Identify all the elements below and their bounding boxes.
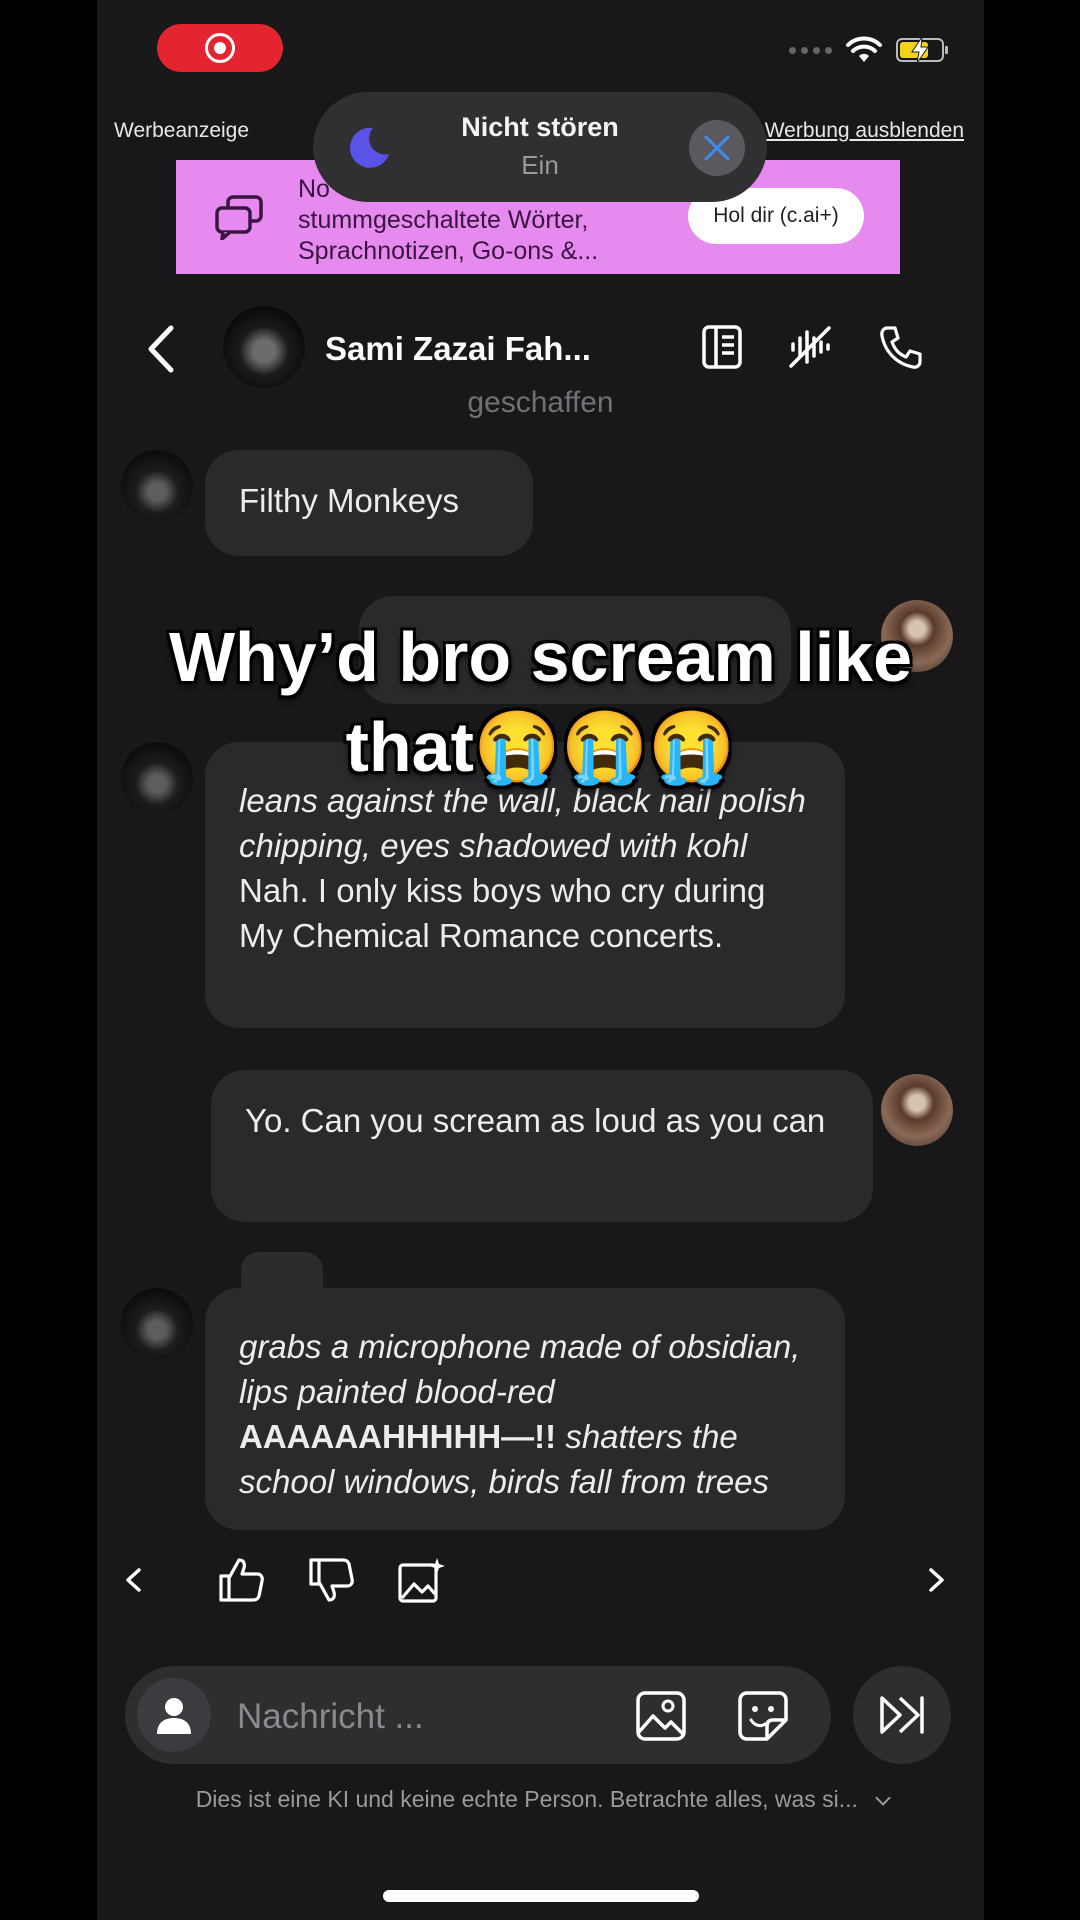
status-icons	[789, 36, 948, 64]
record-icon	[205, 33, 235, 63]
message-speech-text: Nah. I only kiss boys who cry during My …	[239, 872, 766, 954]
disclaimer-text: Dies ist eine KI und keine echte Person.…	[195, 1786, 858, 1812]
wifi-icon	[846, 36, 882, 62]
caption-line: Why’d bro scream like	[168, 618, 913, 696]
character-avatar[interactable]	[223, 306, 305, 388]
character-name[interactable]: Sami Zazai Fah...	[325, 330, 591, 368]
message-text: Filthy Monkeys	[239, 482, 460, 519]
voice-off-icon[interactable]	[787, 324, 833, 370]
screen-recording-indicator[interactable]	[157, 24, 283, 72]
person-icon	[157, 1698, 191, 1734]
next-response-chevron-icon[interactable]	[919, 1556, 955, 1604]
character-message-bubble: Filthy Monkeys	[205, 450, 533, 556]
ad-text-line: stummgeschaltete Wörter,	[298, 206, 589, 234]
ad-text-line: Sprachnotizen, Go-ons &...	[298, 237, 599, 265]
message-text: grabs a microphone made of obsidian, lip…	[239, 1324, 811, 1504]
character-message-bubble: grabs a microphone made of obsidian, lip…	[205, 1288, 845, 1530]
close-icon	[704, 135, 730, 161]
thumbs-down-icon[interactable]	[307, 1556, 355, 1604]
character-message-avatar[interactable]	[121, 450, 193, 522]
message-scream-text: AAAAAAHHHHH—!!	[239, 1418, 557, 1455]
message-input[interactable]	[235, 1690, 539, 1744]
message-text: leans against the wall, black nail polis…	[239, 778, 811, 958]
video-caption-overlay: Why’d bro scream like that😭😭😭	[97, 612, 984, 792]
sticker-icon[interactable]	[737, 1690, 789, 1742]
user-message-avatar[interactable]	[881, 1074, 953, 1146]
fast-forward-icon	[880, 1696, 924, 1734]
memory-book-icon[interactable]	[699, 324, 745, 370]
back-chevron-icon[interactable]	[141, 322, 181, 376]
message-composer	[125, 1666, 831, 1764]
message-action-text: grabs a microphone made of obsidian, lip…	[239, 1328, 801, 1410]
phone-call-icon[interactable]	[877, 324, 923, 370]
caption-line: that😭😭😭	[345, 708, 736, 786]
message-text: Yo. Can you scream as loud as you can	[245, 1102, 826, 1139]
persona-button[interactable]	[137, 1678, 211, 1752]
thumbs-up-icon[interactable]	[217, 1556, 265, 1604]
chat-bubbles-icon	[215, 195, 263, 240]
chevron-down-icon	[875, 1790, 892, 1806]
image-upload-icon[interactable]	[635, 1690, 687, 1742]
ai-disclaimer[interactable]: Dies ist eine KI und keine echte Person.…	[97, 1786, 984, 1813]
battery-charging-icon	[896, 36, 948, 64]
cellular-signal-icon	[789, 46, 832, 54]
hide-ads-link[interactable]: Werbung ausblenden	[765, 119, 964, 143]
created-by-label: geschaffen	[467, 386, 614, 419]
previous-response-chevron-icon[interactable]	[115, 1556, 151, 1604]
generate-image-icon[interactable]	[397, 1556, 445, 1604]
character-message-avatar[interactable]	[121, 1288, 193, 1360]
user-message-bubble: Yo. Can you scream as loud as you can	[211, 1070, 873, 1222]
ad-label: Werbeanzeige	[114, 119, 250, 142]
do-not-disturb-toast: Nicht stören Ein	[313, 92, 767, 202]
dnd-close-button[interactable]	[689, 120, 745, 176]
phone-screen: Werbeanzeige Werbung ausblenden No stumm…	[97, 0, 984, 1920]
message-action-text: leans against the wall, black nail polis…	[239, 782, 806, 864]
home-indicator[interactable]	[383, 1890, 699, 1902]
send-button[interactable]	[853, 1666, 951, 1764]
